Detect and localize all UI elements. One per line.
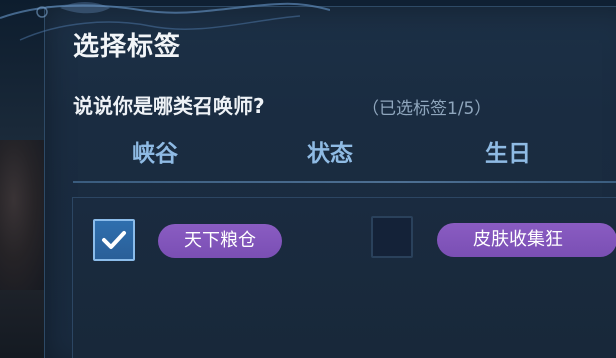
selection-counter: （已选标签1/5） — [362, 99, 492, 119]
tag-checkbox-1[interactable] — [93, 219, 135, 261]
tabs-divider — [73, 181, 616, 183]
category-tabs: 峡谷 状态 生日 — [60, 134, 616, 170]
dialog-title: 选择标签 — [73, 32, 182, 62]
tag-pill-skin-collector[interactable]: 皮肤收集狂 — [437, 223, 616, 257]
background-portrait — [0, 140, 46, 290]
tab-birthday[interactable]: 生日 — [485, 134, 531, 168]
check-icon — [102, 231, 126, 249]
tag-checkbox-2[interactable] — [371, 216, 413, 258]
tab-status[interactable]: 状态 — [307, 134, 353, 168]
tag-select-screen: 选择标签 说说你是哪类召唤师? （已选标签1/5） 峡谷 状态 生日 天下粮仓 … — [0, 0, 616, 358]
tab-canyon[interactable]: 峡谷 — [132, 134, 178, 168]
question-label: 说说你是哪类召唤师? — [73, 94, 265, 118]
tags-area — [72, 197, 616, 358]
tag-pill-granary[interactable]: 天下粮仓 — [158, 224, 282, 258]
